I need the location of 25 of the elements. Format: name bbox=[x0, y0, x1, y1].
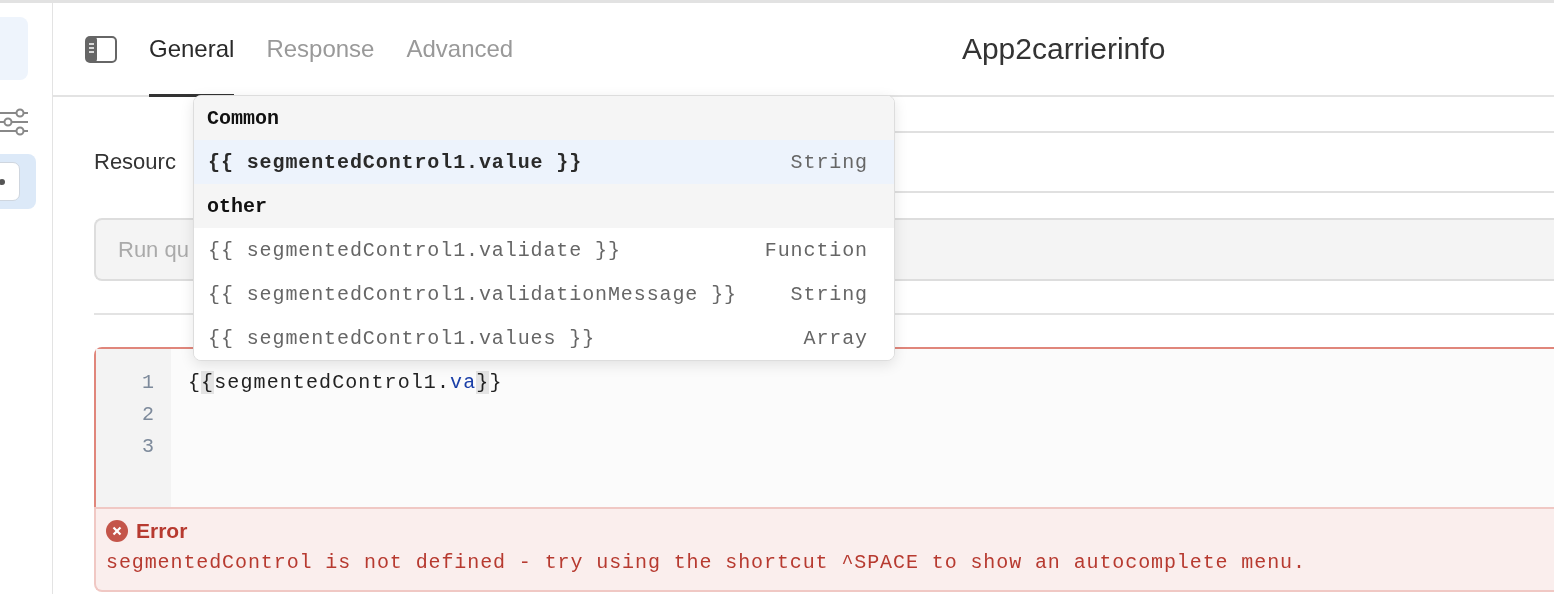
type-label: String bbox=[790, 282, 868, 306]
type-label: String bbox=[790, 150, 868, 174]
sidebar-toggle-icon[interactable] bbox=[85, 35, 117, 63]
code-editor[interactable]: 1 2 3 {{segmentedControl1.va}} bbox=[94, 347, 1554, 507]
suggestion-item[interactable]: {{ segmentedControl1.validationMessage }} String bbox=[194, 272, 894, 316]
suggestion-item[interactable]: {{ segmentedControl1.validate }} Function bbox=[194, 228, 894, 272]
line-number: 2 bbox=[142, 402, 154, 428]
error-message: segmentedControl is not defined - try using the shortcut ^SPACE to show an autocomplete menu. bbox=[106, 551, 1307, 574]
error-icon bbox=[106, 520, 128, 542]
error-title: Error bbox=[136, 519, 188, 543]
type-label: Array bbox=[803, 326, 868, 350]
suggestion-item[interactable]: {{ segmentedControl1.value }} String bbox=[194, 140, 894, 184]
group-heading: other bbox=[194, 184, 894, 228]
suggestion-label: {{ segmentedControl1.values }} bbox=[208, 326, 596, 350]
line-number: 3 bbox=[142, 434, 154, 460]
group-heading: Common bbox=[194, 96, 894, 140]
suggestion-label: {{ segmentedControl1.validationMessage }} bbox=[208, 282, 737, 306]
field-label: Resourc bbox=[94, 148, 177, 176]
suggestion-label: {{ segmentedControl1.validate }} bbox=[208, 238, 621, 262]
sliders-icon[interactable] bbox=[0, 108, 28, 136]
suggestion-item[interactable]: {{ segmentedControl1.values }} Array bbox=[194, 316, 894, 360]
line-number: 1 bbox=[142, 370, 154, 396]
type-label: Function bbox=[764, 238, 868, 262]
page-title: App2carrierinfo bbox=[960, 31, 1167, 67]
suggestion-label: {{ segmentedControl1.value }} bbox=[208, 150, 583, 174]
